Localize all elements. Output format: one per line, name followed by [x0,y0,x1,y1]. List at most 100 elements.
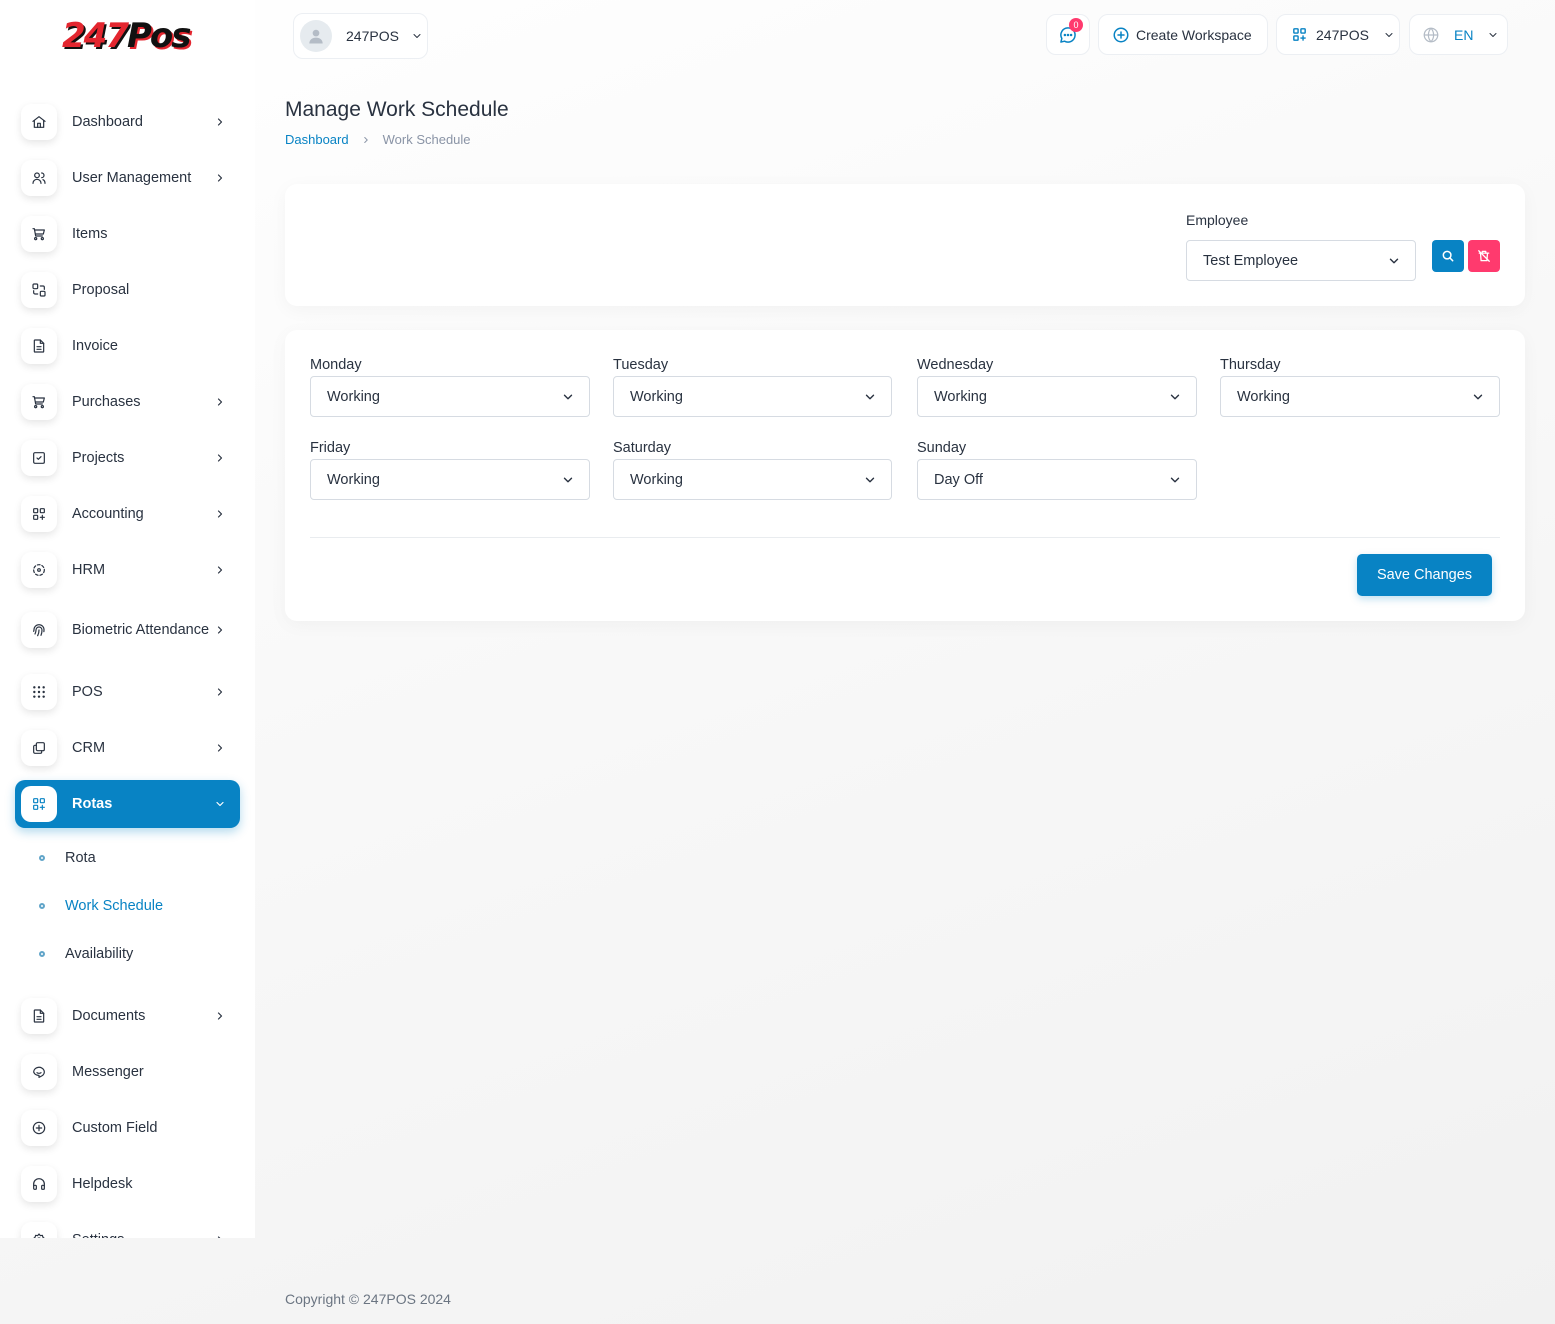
sidebar-item-proposal[interactable]: Proposal [15,266,240,314]
sidebar-item-settings[interactable]: Settings [15,1216,240,1238]
user-icon [309,29,323,44]
apps-icon [21,496,57,532]
sidebar-item-items[interactable]: Items [15,210,240,258]
sidebar-item-projects[interactable]: Projects [15,434,240,482]
work-schedule-card: Monday Working Tuesday Working Wednesday… [285,330,1525,621]
saturday-select[interactable]: Working [613,459,892,500]
monday-select-value: Working [327,388,380,405]
sidebar-item-helpdesk[interactable]: Helpdesk [15,1160,240,1208]
sidebar-item-label: Helpdesk [72,1175,133,1192]
wednesday-select-value: Working [934,388,987,405]
sidebar-item-label: Messenger [72,1063,144,1080]
logo-text-7: 7 [105,16,129,56]
sidebar-item-custom-field[interactable]: Custom Field [15,1104,240,1152]
sidebar-subitem-work-schedule[interactable]: Work Schedule [15,882,240,930]
notification-badge: 0 [1069,18,1083,32]
file-icon [21,328,57,364]
friday-label: Friday [310,440,351,456]
monday-select[interactable]: Working [310,376,590,417]
create-workspace-button[interactable]: Create Workspace [1098,14,1268,55]
sidebar-item-hrm[interactable]: HRM [15,546,240,594]
chevron-right-icon [214,396,226,408]
sidebar-item-accounting[interactable]: Accounting [15,490,240,538]
sidebar-item-documents[interactable]: Documents [15,992,240,1040]
messages-button[interactable]: 0 [1046,14,1090,55]
clear-filter-button[interactable] [1468,240,1500,272]
sunday-label: Sunday [917,440,967,456]
home-icon [21,104,57,140]
sidebar-subitem-label: Rota [65,850,96,866]
save-changes-button[interactable]: Save Changes [1357,554,1492,596]
sidebar-item-label: POS [72,683,103,700]
globe-icon [1422,26,1440,44]
chevron-down-icon [1168,390,1182,404]
grid-dots-icon [21,674,57,710]
users-icon [21,160,57,196]
apps-icon [1291,26,1308,43]
tuesday-select-value: Working [630,388,683,405]
card-divider [310,537,1500,538]
company-switcher[interactable]: 247POS [1276,14,1400,55]
chevron-down-icon [863,473,877,487]
employee-select[interactable]: Test Employee [1186,240,1416,281]
fingerprint-icon [21,612,57,648]
sidebar-item-biometric-attendance[interactable]: Biometric Attendance [15,602,240,658]
trash-off-icon [1478,250,1490,262]
plus-circle-icon [21,1110,57,1146]
sidebar: 247Pos Dashboard User Management Items P… [0,0,255,1238]
language-switcher[interactable]: EN [1409,14,1508,55]
tuesday-label: Tuesday [613,357,669,373]
breadcrumb-current: Work Schedule [382,132,471,147]
layers-icon [21,730,57,766]
workspace-switcher[interactable]: 247POS [293,13,428,59]
workspace-name: 247POS [346,28,399,44]
thursday-select-value: Working [1237,388,1290,405]
sidebar-subitem-availability[interactable]: Availability [15,930,240,978]
monday-label: Monday [310,357,362,373]
chevron-down-icon [411,30,423,42]
sidebar-item-label: User Management [72,169,192,186]
avatar [300,20,332,52]
sidebar-item-purchases[interactable]: Purchases [15,378,240,426]
sidebar-nav: Dashboard User Management Items Proposal [15,98,240,1238]
sidebar-item-label: Proposal [72,281,130,298]
sidebar-item-label: Settings [72,1230,212,1239]
search-button[interactable] [1432,240,1464,272]
employee-select-value: Test Employee [1203,252,1299,269]
cart-icon [21,216,57,252]
thursday-select[interactable]: Working [1220,376,1500,417]
sunday-select[interactable]: Day Off [917,459,1197,500]
plus-circle-icon [1112,26,1130,44]
sidebar-item-label: Accounting [72,505,144,522]
sidebar-item-pos[interactable]: POS [15,668,240,716]
language-label: EN [1454,26,1474,43]
sidebar-item-rotas[interactable]: Rotas [15,780,240,828]
breadcrumb-dashboard-link[interactable]: Dashboard [285,132,349,147]
chevron-right-icon [214,172,226,184]
sidebar-item-dashboard[interactable]: Dashboard [15,98,240,146]
breadcrumb: Dashboard Work Schedule [285,132,471,147]
brand-logo[interactable]: 247Pos [62,16,192,66]
chevron-down-icon [1487,29,1499,41]
sidebar-item-invoice[interactable]: Invoice [15,322,240,370]
wednesday-select[interactable]: Working [917,376,1197,417]
logo-text-24: 24 [62,16,107,56]
create-workspace-label: Create Workspace [1136,26,1252,43]
sidebar-item-label: CRM [72,739,106,756]
sidebar-subitem-rota[interactable]: Rota [15,834,240,882]
friday-select[interactable]: Working [310,459,590,500]
chevron-down-icon [214,798,226,810]
sidebar-item-messenger[interactable]: Messenger [15,1048,240,1096]
chevron-down-icon [561,473,575,487]
sidebar-item-label: Biometric Attendance [72,621,210,638]
sunday-select-value: Day Off [934,471,983,488]
chevron-right-icon [214,742,226,754]
sidebar-item-crm[interactable]: CRM [15,724,240,772]
saturday-select-value: Working [630,471,683,488]
chevron-down-icon [863,390,877,404]
sidebar-item-label: Projects [72,449,125,466]
bullet-dot-icon [39,903,45,909]
tuesday-select[interactable]: Working [613,376,892,417]
sidebar-item-label: Invoice [72,337,118,354]
sidebar-item-user-management[interactable]: User Management [15,154,240,202]
